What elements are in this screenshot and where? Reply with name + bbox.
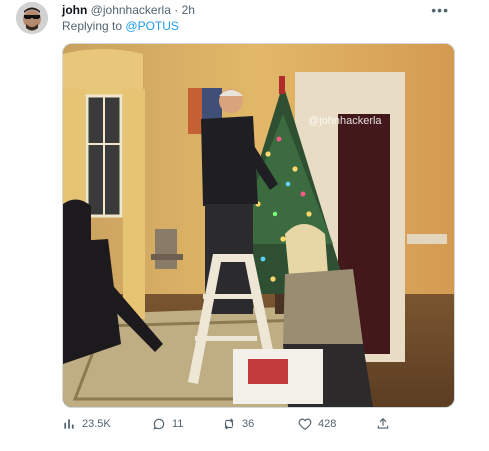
photo-watermark: @johnhackerla — [308, 115, 382, 127]
tweet-photo: @johnhackerla — [63, 44, 454, 407]
more-icon[interactable]: ••• — [431, 2, 449, 18]
retweet-action[interactable]: 36 — [222, 414, 254, 434]
views-action[interactable]: 23.5K — [62, 414, 111, 434]
like-action[interactable]: 428 — [298, 414, 336, 434]
separator-dot: · — [174, 3, 179, 17]
views-count: 23.5K — [82, 418, 111, 430]
avatar-image — [16, 2, 48, 34]
author-name[interactable]: john — [62, 3, 87, 17]
reply-count: 11 — [172, 418, 184, 430]
tweet-header: john @johnhackerla · 2h — [62, 2, 195, 18]
avatar[interactable] — [16, 2, 48, 34]
reply-mention-link[interactable]: @POTUS — [125, 19, 179, 33]
retweet-icon — [224, 418, 234, 430]
reply-prefix: Replying to — [62, 19, 123, 33]
reply-icon — [153, 418, 165, 430]
like-count: 428 — [318, 418, 337, 430]
tweet-time[interactable]: 2h — [182, 3, 195, 17]
retweet-count: 36 — [242, 418, 255, 430]
heart-icon — [298, 418, 312, 430]
replying-to: Replying to @POTUS — [62, 18, 179, 34]
share-icon — [377, 417, 389, 429]
author-handle[interactable]: @johnhackerla — [91, 3, 171, 17]
bar-chart-icon — [64, 419, 74, 429]
tweet-actions: 23.5K 11 36 428 — [62, 414, 442, 434]
tweet: john @johnhackerla · 2h ••• Replying to … — [0, 0, 489, 451]
tweet-media[interactable]: @johnhackerla — [62, 43, 455, 408]
reply-action[interactable]: 11 — [152, 414, 183, 434]
share-action[interactable] — [376, 414, 390, 434]
